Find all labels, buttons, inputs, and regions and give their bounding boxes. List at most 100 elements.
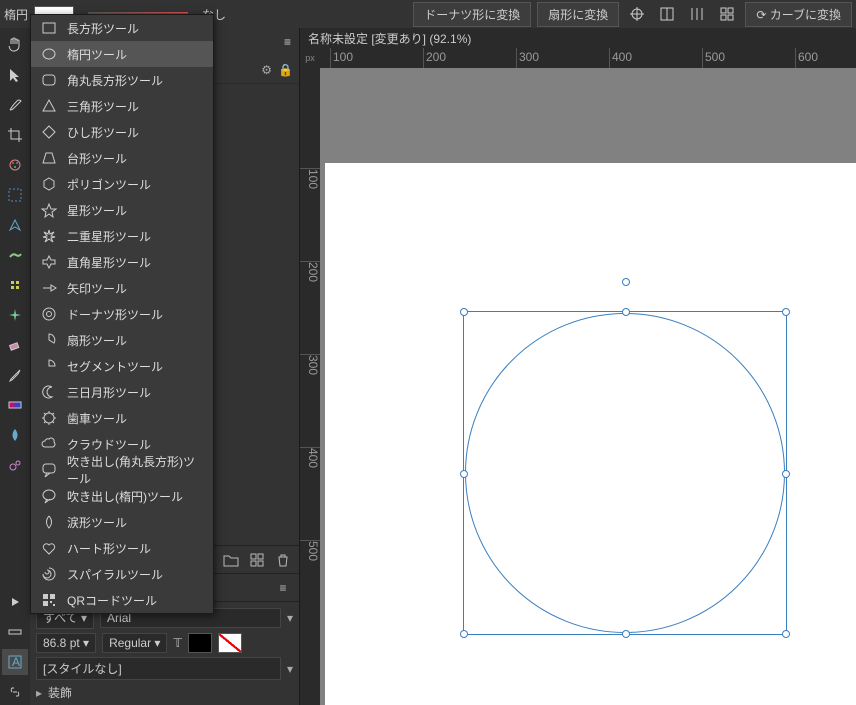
- align-icon-3[interactable]: [685, 3, 709, 25]
- shape-menu-item[interactable]: ポリゴンツール: [31, 171, 213, 197]
- selection-handle[interactable]: [622, 308, 630, 316]
- shape-item-label: 二重星形ツール: [67, 228, 151, 245]
- smudge-tool-icon[interactable]: [2, 242, 28, 268]
- selection-bounds: [463, 311, 787, 635]
- pen-tool-icon[interactable]: [2, 212, 28, 238]
- shape-item-label: クラウドツール: [67, 436, 151, 453]
- align-icon-2[interactable]: [655, 3, 679, 25]
- convert-curve-button[interactable]: ⟳ カーブに変換: [745, 2, 852, 27]
- shape-item-icon: [41, 540, 57, 556]
- play-icon[interactable]: [2, 589, 28, 615]
- current-tool-label: 楕円: [4, 6, 28, 23]
- chevron-down-icon: ▾: [287, 662, 293, 676]
- expand-icon[interactable]: ▸: [36, 686, 42, 700]
- text-color-swatch[interactable]: [188, 633, 212, 653]
- ruler-icon[interactable]: [2, 619, 28, 645]
- shape-menu-item[interactable]: 三日月形ツール: [31, 379, 213, 405]
- selection-handle[interactable]: [782, 308, 790, 316]
- text-stroke-swatch[interactable]: [218, 633, 242, 653]
- shape-item-icon: [41, 254, 57, 270]
- shape-item-icon: [41, 306, 57, 322]
- shape-item-label: 角丸長方形ツール: [67, 72, 163, 89]
- shape-menu-item[interactable]: ひし形ツール: [31, 119, 213, 145]
- shape-menu-item[interactable]: 吹き出し(角丸長方形)ツール: [31, 457, 213, 483]
- selection-handle[interactable]: [782, 470, 790, 478]
- shape-item-icon: [41, 98, 57, 114]
- shape-menu-item[interactable]: 歯車ツール: [31, 405, 213, 431]
- eraser-tool-icon[interactable]: [2, 332, 28, 358]
- shape-menu-item[interactable]: 涙形ツール: [31, 509, 213, 535]
- shape-item-icon: [41, 462, 57, 478]
- shape-item-label: 歯車ツール: [67, 410, 127, 427]
- artboard[interactable]: [325, 163, 856, 705]
- shape-menu-item[interactable]: QRコードツール: [31, 587, 213, 613]
- sparkle-tool-icon[interactable]: [2, 302, 28, 328]
- shape-menu-item[interactable]: セグメントツール: [31, 353, 213, 379]
- selection-handle[interactable]: [460, 630, 468, 638]
- shape-item-label: QRコードツール: [67, 592, 157, 609]
- shape-item-label: ハート形ツール: [67, 540, 151, 557]
- shape-menu-item[interactable]: 直角星形ツール: [31, 249, 213, 275]
- link-tool-icon[interactable]: [2, 679, 28, 705]
- document-title: 名称未設定 [変更あり] (92.1%): [308, 30, 471, 47]
- marquee-tool-icon[interactable]: [2, 182, 28, 208]
- font-weight-select[interactable]: Regular ▾: [102, 633, 167, 653]
- shape-menu-item[interactable]: スパイラルツール: [31, 561, 213, 587]
- shape-menu-item[interactable]: 扇形ツール: [31, 327, 213, 353]
- selection-handle[interactable]: [622, 630, 630, 638]
- shape-menu-item[interactable]: ハート形ツール: [31, 535, 213, 561]
- shape-item-icon: [41, 46, 57, 62]
- rotation-handle[interactable]: [622, 278, 630, 286]
- blur-tool-icon[interactable]: [2, 422, 28, 448]
- shape-item-icon: [41, 280, 57, 296]
- convert-donut-button[interactable]: ドーナツ形に変換: [413, 2, 531, 27]
- gradient-tool-icon[interactable]: [2, 392, 28, 418]
- selection-handle[interactable]: [460, 470, 468, 478]
- shape-item-label: スパイラルツール: [67, 566, 163, 583]
- clone-tool-icon[interactable]: [2, 452, 28, 478]
- shape-menu-item[interactable]: 長方形ツール: [31, 15, 213, 41]
- shape-menu-item[interactable]: 三角形ツール: [31, 93, 213, 119]
- brush-tool-icon[interactable]: [2, 92, 28, 118]
- shape-item-icon: [41, 176, 57, 192]
- move-tool-icon[interactable]: [2, 62, 28, 88]
- panel-menu-icon[interactable]: ≡: [276, 35, 299, 49]
- shape-menu-item[interactable]: 矢印ツール: [31, 275, 213, 301]
- shape-menu-item[interactable]: 星形ツール: [31, 197, 213, 223]
- pixel-tool-icon[interactable]: [2, 272, 28, 298]
- crop-tool-icon[interactable]: [2, 122, 28, 148]
- hand-tool-icon[interactable]: [2, 32, 28, 58]
- grid-view-icon[interactable]: [247, 550, 267, 570]
- hamburger-icon[interactable]: ≡: [273, 578, 293, 598]
- gear-icon[interactable]: ⚙: [261, 63, 272, 77]
- chevron-down-icon: ▾: [287, 611, 293, 625]
- shape-item-label: 扇形ツール: [67, 332, 127, 349]
- shape-item-label: セグメントツール: [67, 358, 163, 375]
- canvas[interactable]: [320, 68, 856, 705]
- trash-icon[interactable]: [273, 550, 293, 570]
- shape-menu-item[interactable]: 角丸長方形ツール: [31, 67, 213, 93]
- shape-menu-item[interactable]: 二重星形ツール: [31, 223, 213, 249]
- text-frame-tool-icon[interactable]: A: [2, 649, 28, 675]
- grid-icon[interactable]: [715, 3, 739, 25]
- selection-handle[interactable]: [460, 308, 468, 316]
- eyedropper-tool-icon[interactable]: [2, 362, 28, 388]
- lock-icon[interactable]: 🔒: [278, 63, 293, 77]
- selection-handle[interactable]: [782, 630, 790, 638]
- shape-item-label: 星形ツール: [67, 202, 127, 219]
- shape-item-icon: [41, 436, 57, 452]
- shape-tool-dropdown: 長方形ツール楕円ツール角丸長方形ツール三角形ツールひし形ツール台形ツールポリゴン…: [30, 14, 214, 614]
- folder-icon[interactable]: [221, 550, 241, 570]
- shape-item-icon: [41, 228, 57, 244]
- align-icon-1[interactable]: [625, 3, 649, 25]
- convert-fan-button[interactable]: 扇形に変換: [537, 2, 619, 27]
- shape-menu-item[interactable]: 楕円ツール: [31, 41, 213, 67]
- paint-tool-icon[interactable]: [2, 152, 28, 178]
- decoration-label: 装飾: [48, 684, 72, 701]
- style-select[interactable]: [スタイルなし]: [36, 657, 281, 680]
- shape-menu-item[interactable]: ドーナツ形ツール: [31, 301, 213, 327]
- font-size-field[interactable]: 86.8 pt ▾: [36, 633, 96, 653]
- shape-menu-item[interactable]: 台形ツール: [31, 145, 213, 171]
- shape-item-label: 直角星形ツール: [67, 254, 151, 271]
- text-settings-icon[interactable]: 𝕋: [173, 636, 182, 650]
